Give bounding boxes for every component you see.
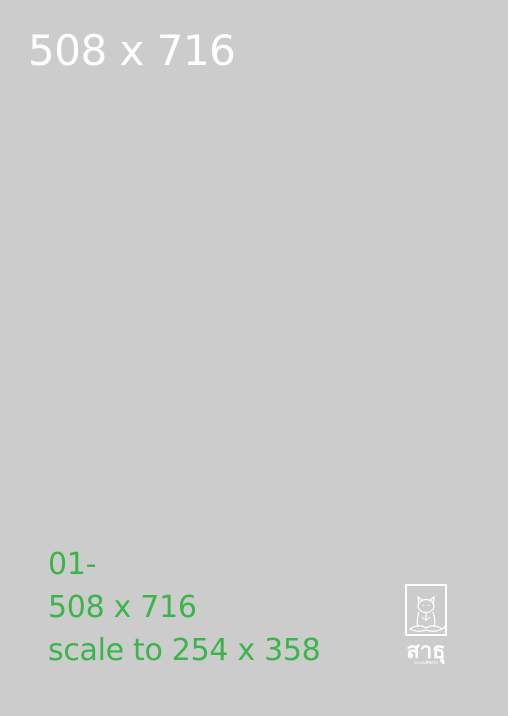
caption-line-size: 508 x 716: [48, 590, 197, 625]
caption-line-index: 01-: [48, 547, 97, 582]
caption-line-scale: scale to 254 x 358: [48, 633, 321, 668]
caption-block: 01- 508 x 716 scale to 254 x 358: [48, 543, 321, 672]
logo-subtext: ทะเบนที่ชัยใจ: [414, 660, 438, 665]
placeholder-canvas: 508 x 716 01- 508 x 716 scale to 254 x 3…: [0, 0, 508, 716]
meditating-cat-icon: [405, 584, 447, 636]
brand-logo: สาธุ ทะเบนที่ชัยใจ: [402, 583, 450, 665]
dimensions-title: 508 x 716: [28, 26, 236, 75]
